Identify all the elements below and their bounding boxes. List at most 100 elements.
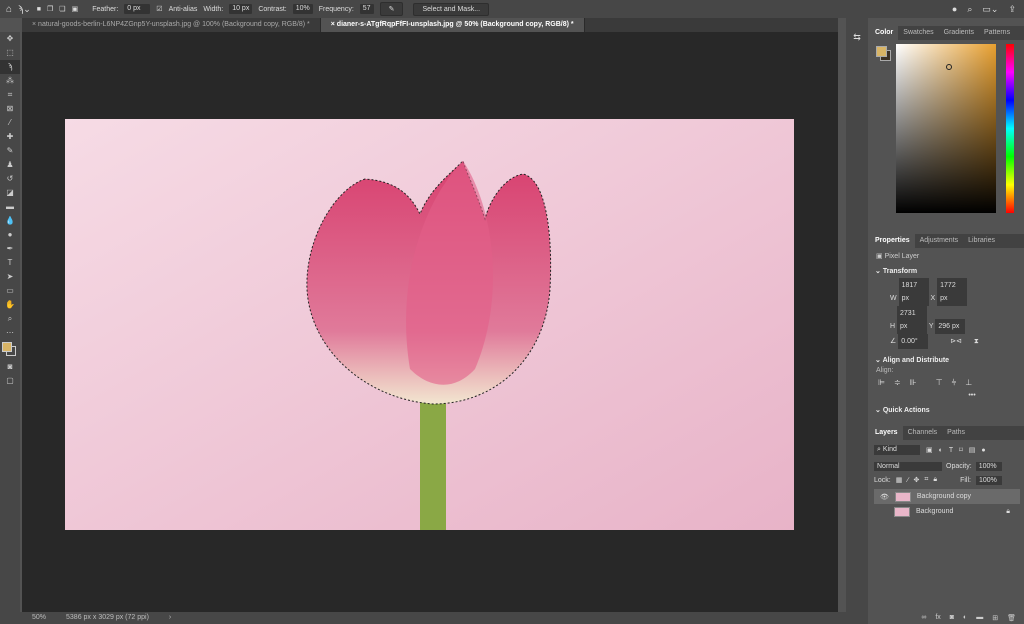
align-right-icon[interactable]: ⊪: [910, 378, 917, 388]
intersect-selection-icon[interactable]: ▣: [72, 5, 79, 13]
home-icon[interactable]: ⌂: [6, 4, 12, 15]
document-canvas[interactable]: [65, 119, 794, 530]
frame-tool-icon[interactable]: ⊠: [0, 102, 20, 116]
height-field[interactable]: 2731 px: [897, 306, 928, 334]
pen-pressure-icon[interactable]: ✎: [379, 2, 404, 16]
filter-type-icon[interactable]: T: [949, 447, 953, 454]
new-selection-icon[interactable]: ■: [37, 6, 41, 13]
more-options-icon[interactable]: •••: [870, 392, 1024, 399]
width-input[interactable]: 10 px: [229, 4, 253, 14]
foreground-color-swatch[interactable]: [2, 342, 12, 352]
contrast-input[interactable]: 10%: [292, 4, 313, 14]
lock-position-icon[interactable]: ✥: [914, 476, 920, 484]
screen-mode-icon[interactable]: ▢: [0, 374, 20, 388]
add-mask-icon[interactable]: ◙: [950, 614, 954, 622]
tab-libraries[interactable]: Libraries: [963, 234, 1000, 248]
history-brush-icon[interactable]: ↺: [0, 172, 20, 186]
crop-tool-icon[interactable]: ⌗: [0, 88, 20, 102]
x-field[interactable]: 1772 px: [937, 278, 968, 306]
hue-slider[interactable]: [1006, 44, 1014, 213]
healing-brush-icon[interactable]: ✚: [0, 130, 20, 144]
angle-field[interactable]: 0.00°: [898, 334, 929, 349]
tab-patterns[interactable]: Patterns: [979, 26, 1015, 40]
visibility-eye-icon[interactable]: 👁︎: [880, 493, 889, 501]
stamp-tool-icon[interactable]: ♟: [0, 158, 20, 172]
status-menu-icon[interactable]: ›: [169, 612, 171, 624]
filter-smart-icon[interactable]: ▤: [969, 446, 976, 454]
tab-swatches[interactable]: Swatches: [898, 26, 938, 40]
opacity-field[interactable]: 100%: [975, 461, 1002, 471]
quick-mask-icon[interactable]: ◙: [0, 360, 20, 374]
new-layer-icon[interactable]: ⊞: [992, 614, 998, 622]
filter-pixel-icon[interactable]: ▣: [926, 446, 933, 454]
tab-document-1[interactable]: × natural-goods-berlin-L6NP4ZGnp5Y-unspl…: [22, 18, 321, 32]
marquee-tool-icon[interactable]: ⬚: [0, 46, 20, 60]
fill-field[interactable]: 100%: [975, 475, 1002, 485]
tab-layers[interactable]: Layers: [870, 426, 903, 440]
y-field[interactable]: 296 px: [935, 319, 966, 334]
blur-tool-icon[interactable]: 💧: [0, 214, 20, 228]
eraser-tool-icon[interactable]: ◪: [0, 186, 20, 200]
subtract-selection-icon[interactable]: ❏: [59, 5, 65, 13]
tab-channels[interactable]: Channels: [903, 426, 943, 440]
lock-artboard-icon[interactable]: ⌗: [924, 476, 928, 484]
frequency-input[interactable]: 57: [359, 4, 374, 14]
color-picker-cursor[interactable]: [946, 64, 952, 70]
tab-gradients[interactable]: Gradients: [939, 26, 979, 40]
dodge-tool-icon[interactable]: ●: [0, 228, 20, 242]
zoom-level[interactable]: 50%: [32, 612, 46, 624]
fg-color-chip[interactable]: [876, 46, 887, 57]
chevron-down-icon[interactable]: ⌄: [875, 357, 881, 364]
blend-mode-select[interactable]: Normal: [874, 461, 942, 471]
lasso-tool-icon[interactable]: ϡ: [0, 60, 20, 74]
tab-properties[interactable]: Properties: [870, 234, 915, 248]
move-tool-icon[interactable]: ✥: [0, 32, 20, 46]
share-icon[interactable]: ⇪: [1008, 4, 1016, 15]
align-hcenter-icon[interactable]: ≑: [894, 378, 901, 388]
align-left-icon[interactable]: ⊫: [878, 378, 885, 388]
layer-row[interactable]: 👁︎ Background copy: [874, 489, 1020, 504]
color-swatches[interactable]: [0, 340, 20, 360]
workspace-icon[interactable]: ▭⌄: [982, 4, 998, 15]
chevron-down-icon[interactable]: ⌄: [875, 407, 881, 414]
select-and-mask-button[interactable]: Select and Mask...: [413, 2, 490, 16]
lock-paint-icon[interactable]: ∕: [907, 477, 908, 484]
width-field[interactable]: 1817 px: [898, 278, 929, 306]
account-icon[interactable]: ●: [952, 4, 957, 15]
new-group-icon[interactable]: ▬: [976, 614, 983, 622]
pen-tool-icon[interactable]: ✒: [0, 242, 20, 256]
color-field[interactable]: [896, 44, 996, 213]
chevron-down-icon[interactable]: ⌄: [875, 268, 881, 275]
filter-shape-icon[interactable]: ⌑: [959, 446, 963, 454]
eyedropper-icon[interactable]: ⁄: [0, 116, 20, 130]
gradient-tool-icon[interactable]: ▬: [0, 200, 20, 214]
align-vcenter-icon[interactable]: ⫩: [952, 378, 957, 388]
brush-tool-icon[interactable]: ✎: [0, 144, 20, 158]
fx-icon[interactable]: fx: [935, 614, 940, 622]
delete-layer-icon[interactable]: 🗑︎: [1007, 614, 1016, 622]
tab-adjustments[interactable]: Adjustments: [915, 234, 964, 248]
magnetic-lasso-icon[interactable]: ϡ⌄: [18, 4, 31, 15]
type-tool-icon[interactable]: T: [0, 256, 20, 270]
zoom-tool-icon[interactable]: ⌕: [0, 312, 20, 326]
layer-filter-select[interactable]: ⌕ Kind: [874, 445, 920, 455]
antialias-checkbox[interactable]: ☑: [156, 5, 162, 13]
filter-adjust-icon[interactable]: ◐: [939, 447, 943, 454]
magic-wand-icon[interactable]: ⁂: [0, 74, 20, 88]
filter-toggle-icon[interactable]: ●: [981, 447, 985, 454]
align-bottom-icon[interactable]: ⊥: [965, 378, 972, 388]
more-tools-icon[interactable]: ⋯: [0, 326, 20, 340]
layer-row[interactable]: Background 🔒︎: [874, 504, 1020, 519]
tab-paths[interactable]: Paths: [942, 426, 970, 440]
path-select-icon[interactable]: ➤: [0, 270, 20, 284]
lock-all-icon[interactable]: 🔒︎: [933, 476, 937, 484]
hand-tool-icon[interactable]: ✋: [0, 298, 20, 312]
add-selection-icon[interactable]: ❐: [47, 5, 53, 13]
search-icon[interactable]: ⌕: [967, 4, 972, 15]
feather-input[interactable]: 0 px: [124, 4, 151, 14]
tab-document-2[interactable]: × dianer-s-ATgfRqpFfFI-unsplash.jpg @ 50…: [320, 18, 585, 32]
tab-color[interactable]: Color: [870, 26, 899, 40]
flip-vertical-icon[interactable]: ⧗: [974, 338, 979, 345]
history-icon[interactable]: ⇆: [846, 32, 868, 43]
flip-horizontal-icon[interactable]: ⊳⊲: [950, 338, 962, 345]
